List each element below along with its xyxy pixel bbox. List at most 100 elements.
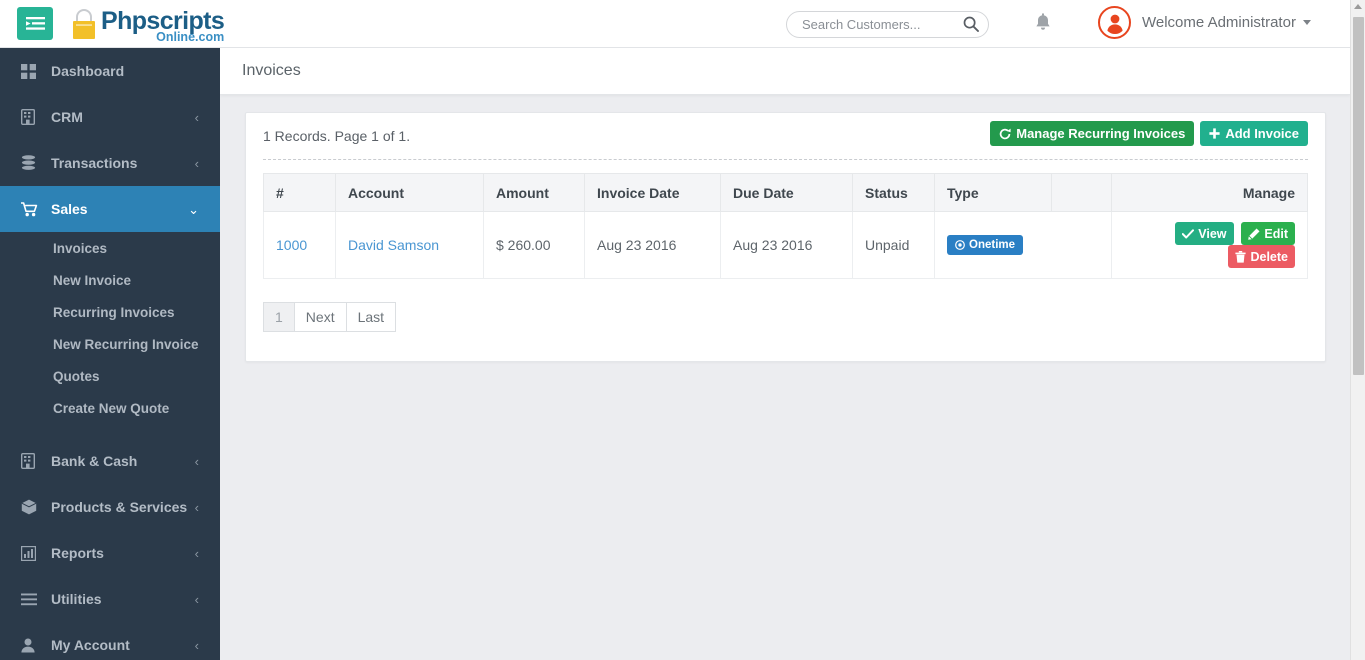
column-header-account[interactable]: Account [335,173,484,212]
cell-status: Unpaid [852,211,935,279]
view-button-label: View [1198,226,1227,241]
chevron-left-icon: ‹ [194,109,199,125]
user-name-label: Welcome Administrator [1142,14,1296,31]
cell-invoice-number: 1000 [263,211,336,279]
bar-chart-icon [21,545,40,561]
cell-manage-actions: View Edit Delete [1111,211,1308,279]
cell-invoice-date: Aug 23 2016 [584,211,721,279]
main-content: Invoices 1 Records. Page 1 of 1. Manage … [220,48,1350,660]
chevron-left-icon: ‹ [194,637,199,653]
box-icon [21,499,40,515]
cell-type: Onetime [934,211,1112,279]
pagination-page-1[interactable]: 1 [263,302,295,332]
panel-header: 1 Records. Page 1 of 1. Manage Recurring… [263,113,1308,160]
chevron-left-icon: ‹ [194,499,199,515]
search-box[interactable] [786,11,989,38]
chevron-left-icon: ‹ [194,155,199,171]
sidebar-subitem-recurring-invoices[interactable]: Recurring Invoices [0,296,220,328]
sidebar-item-label: Products & Services [51,499,188,515]
sidebar-item-label: Sales [51,201,88,217]
edit-button-label: Edit [1264,226,1288,241]
sidebar-item-sales[interactable]: Sales ⌄ [0,186,220,232]
table-header-row: # Account Amount Invoice Date Due Date S… [263,173,1308,212]
sidebar-subitem-new-recurring-invoice[interactable]: New Recurring Invoice [0,328,220,360]
page-header: Invoices [220,48,1350,95]
sidebar-subitem-label: New Invoice [53,272,132,288]
column-header-invoice-date[interactable]: Invoice Date [584,173,721,212]
table-head: # Account Amount Invoice Date Due Date S… [263,173,1308,212]
plus-icon [1209,128,1220,139]
dashboard-grid-icon [21,63,40,79]
status-badge-label: Onetime [969,239,1016,251]
sidebar-item-label: Bank & Cash [51,453,138,469]
sidebar-subitem-new-invoice[interactable]: New Invoice [0,264,220,296]
column-header-status[interactable]: Status [852,173,935,212]
user-avatar-icon [1106,14,1123,34]
shopping-cart-icon [21,201,40,217]
column-header-manage: Manage [1111,173,1308,212]
add-invoice-button[interactable]: Add Invoice [1200,121,1308,146]
sidebar-subitem-invoices[interactable]: Invoices [0,232,220,264]
sidebar-item-products-and-services[interactable]: Products & Services ‹ [0,484,220,530]
sidebar-item-reports[interactable]: Reports ‹ [0,530,220,576]
pencil-icon [1248,228,1260,240]
column-header-amount[interactable]: Amount [483,173,585,212]
top-header-bar: Phpscripts Online.com Search Customers..… [0,0,1350,48]
invoice-number-link[interactable]: 1000 [276,237,307,253]
invoices-panel: 1 Records. Page 1 of 1. Manage Recurring… [245,112,1326,362]
vertical-scrollbar[interactable] [1350,0,1365,660]
sidebar-item-transactions[interactable]: Transactions ‹ [0,140,220,186]
edit-button[interactable]: Edit [1241,222,1295,245]
bank-icon [21,453,40,469]
search-input[interactable] [800,12,955,37]
sidebar-toggle-icon [25,17,45,30]
notifications-button[interactable] [1028,11,1052,37]
app-root: Phpscripts Online.com Search Customers..… [0,0,1365,660]
status-badge: Onetime [947,235,1024,255]
sidebar-subitem-quotes[interactable]: Quotes [0,360,220,392]
sidebar-item-label: Utilities [51,591,102,607]
account-link[interactable]: David Samson [348,237,439,253]
circle-dot-icon [955,240,965,250]
table-row: 1000 David Samson $ 260.00 Aug 23 2016 A… [263,211,1308,279]
sidebar-item-crm[interactable]: CRM ‹ [0,94,220,140]
cell-due-date: Aug 23 2016 [720,211,853,279]
sidebar-item-label: Transactions [51,155,138,171]
search-submit-button[interactable] [963,16,979,35]
delete-button-label: Delete [1250,249,1288,264]
shopping-bag-icon [73,9,95,39]
sidebar-item-label: Reports [51,545,104,561]
manage-recurring-invoices-button[interactable]: Manage Recurring Invoices [990,121,1195,146]
sidebar-subitem-create-new-quote[interactable]: Create New Quote [0,392,220,424]
sidebar-item-dashboard[interactable]: Dashboard [0,48,220,94]
pagination-next[interactable]: Next [293,302,347,332]
column-header-number[interactable]: # [263,173,336,212]
scrollbar-thumb[interactable] [1353,17,1364,375]
cell-amount: $ 260.00 [483,211,585,279]
add-invoice-label: Add Invoice [1225,126,1299,141]
app-logo[interactable]: Phpscripts Online.com [68,3,225,44]
logo-text-block: Phpscripts Online.com [101,3,225,44]
pagination-last[interactable]: Last [345,302,397,332]
sales-submenu: Invoices New Invoice Recurring Invoices … [0,232,220,424]
column-header-type[interactable]: Type [934,173,1052,212]
view-button[interactable]: View [1175,222,1234,245]
refresh-icon [1000,128,1011,139]
sidebar-item-my-account[interactable]: My Account ‹ [0,622,220,660]
user-icon [21,638,40,653]
sidebar-toggle-button[interactable] [17,7,53,40]
manage-recurring-invoices-label: Manage Recurring Invoices [1016,126,1186,141]
sidebar-item-utilities[interactable]: Utilities ‹ [0,576,220,622]
scroll-up-arrow-icon[interactable] [1354,4,1362,9]
building-icon [21,109,40,125]
sidebar-subitem-label: Create New Quote [53,400,170,416]
brand-zone: Phpscripts Online.com [0,0,225,47]
sidebar-item-bank-and-cash[interactable]: Bank & Cash ‹ [0,438,220,484]
delete-button[interactable]: Delete [1228,245,1295,268]
user-menu[interactable]: Welcome Administrator [1098,6,1311,39]
invoices-table: # Account Amount Invoice Date Due Date S… [263,173,1308,279]
caret-down-icon [1302,20,1311,25]
chevron-left-icon: ‹ [194,591,199,607]
column-header-due-date[interactable]: Due Date [720,173,853,212]
